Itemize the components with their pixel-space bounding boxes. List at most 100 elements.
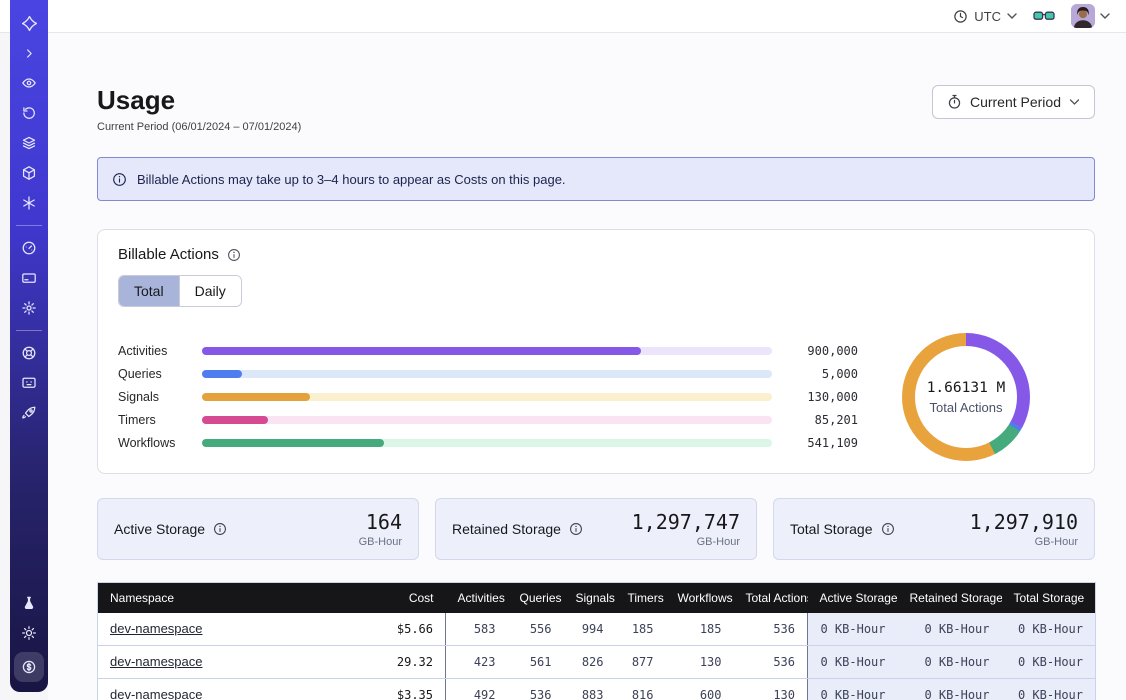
namespace-link[interactable]: dev-namespace	[110, 621, 203, 636]
info-icon[interactable]	[569, 522, 583, 536]
total-storage-card: Total Storage 1,297,910 GB-Hour	[773, 498, 1095, 560]
col-active-storage: Active Storage	[808, 583, 898, 614]
col-timers: Timers	[616, 583, 666, 614]
bar-value: 5,000	[786, 367, 858, 381]
retained-storage-card: Retained Storage 1,297,747 GB-Hour	[435, 498, 757, 560]
tab-daily[interactable]: Daily	[179, 276, 241, 306]
timezone-dropdown[interactable]: UTC	[953, 9, 1017, 24]
cell-retained-storage: 0 KB-Hour	[898, 679, 1002, 700]
cell-total-storage: 0 KB-Hour	[1002, 679, 1096, 700]
table-row: dev-namespace 29.32 423 561 826 877 130 …	[98, 646, 1096, 679]
period-selector-label: Current Period	[970, 94, 1061, 110]
feedback-glasses-button[interactable]	[1033, 9, 1055, 23]
gear-icon[interactable]	[15, 295, 43, 321]
table-header-row: Namespace Cost Activities Queries Signal…	[98, 583, 1096, 614]
cell-queries: 561	[508, 646, 564, 679]
cell-timers: 877	[616, 646, 666, 679]
active-storage-unit: GB-Hour	[359, 536, 402, 548]
bar-value: 85,201	[786, 413, 858, 427]
queries-bar	[202, 370, 772, 378]
chevron-down-icon	[1100, 13, 1110, 20]
gauge-icon[interactable]	[15, 235, 43, 261]
main-content: Usage Current Period (06/01/2024 – 07/01…	[48, 33, 1126, 700]
nav-divider	[16, 225, 42, 226]
avatar	[1071, 4, 1095, 28]
cell-total-storage: 0 KB-Hour	[1002, 646, 1096, 679]
cell-total-actions: 130	[734, 679, 808, 700]
col-namespace: Namespace	[98, 583, 378, 614]
lifebuoy-icon[interactable]	[15, 340, 43, 366]
bar-value: 541,109	[786, 436, 858, 450]
cell-signals: 826	[564, 646, 616, 679]
billable-actions-chart: Activities 900,000 Queries 5,000 Signals…	[118, 333, 1074, 461]
total-storage-label: Total Storage	[790, 521, 873, 537]
active-storage-card: Active Storage 164 GB-Hour	[97, 498, 419, 560]
cell-timers: 816	[616, 679, 666, 700]
dollar-coin-icon[interactable]	[14, 652, 44, 682]
namespace-link[interactable]: dev-namespace	[110, 687, 203, 700]
col-activities: Activities	[446, 583, 508, 614]
credit-card-icon[interactable]	[15, 265, 43, 291]
timezone-label: UTC	[974, 9, 1001, 24]
retained-storage-label: Retained Storage	[452, 521, 561, 537]
cell-activities: 492	[446, 679, 508, 700]
account-menu[interactable]	[1071, 4, 1110, 28]
bar-row-workflows: Workflows 541,109	[118, 436, 858, 450]
chevron-right-icon[interactable]	[15, 40, 43, 66]
nav-divider	[16, 330, 42, 331]
table-row: dev-namespace $5.66 583 556 994 185 185 …	[98, 613, 1096, 646]
retained-storage-value: 1,297,747	[632, 510, 740, 534]
cell-queries: 536	[508, 679, 564, 700]
asterisk-icon[interactable]	[15, 190, 43, 216]
info-icon[interactable]	[227, 248, 241, 262]
layers-icon[interactable]	[15, 130, 43, 156]
temporal-logo-icon[interactable]	[15, 10, 43, 36]
col-total-storage: Total Storage	[1002, 583, 1096, 614]
col-retained-storage: Retained Storage	[898, 583, 1002, 614]
flask-icon[interactable]	[15, 590, 43, 616]
info-icon[interactable]	[213, 522, 227, 536]
bar-label: Activities	[118, 344, 188, 358]
col-workflows: Workflows	[666, 583, 734, 614]
table-row: dev-namespace $3.35 492 536 883 816 600 …	[98, 679, 1096, 700]
bar-row-timers: Timers 85,201	[118, 413, 858, 427]
col-queries: Queries	[508, 583, 564, 614]
col-total-actions: Total Actions	[734, 583, 808, 614]
workflows-bar	[202, 439, 772, 447]
left-nav	[10, 0, 48, 692]
cell-namespace: dev-namespace	[98, 613, 378, 646]
cell-queries: 556	[508, 613, 564, 646]
stopwatch-icon	[947, 94, 962, 110]
bar-row-activities: Activities 900,000	[118, 344, 858, 358]
cell-activities: 583	[446, 613, 508, 646]
donut-total-label: Total Actions	[930, 400, 1003, 415]
bar-value: 130,000	[786, 390, 858, 404]
info-icon	[112, 172, 127, 187]
top-bar: UTC	[0, 0, 1126, 33]
cell-retained-storage: 0 KB-Hour	[898, 646, 1002, 679]
bar-label: Workflows	[118, 436, 188, 450]
cell-total-actions: 536	[734, 613, 808, 646]
eye-icon[interactable]	[15, 70, 43, 96]
col-cost: Cost	[378, 583, 446, 614]
info-banner-text: Billable Actions may take up to 3–4 hour…	[137, 172, 566, 187]
namespace-link[interactable]: dev-namespace	[110, 654, 203, 669]
page-header: Usage Current Period (06/01/2024 – 07/01…	[97, 85, 1095, 133]
monitor-face-icon[interactable]	[15, 370, 43, 396]
donut-total-value: 1.66131 M	[927, 380, 1006, 396]
tab-total[interactable]: Total	[119, 276, 179, 306]
storage-summary: Active Storage 164 GB-Hour Retained Stor…	[97, 498, 1095, 560]
page-subtitle: Current Period (06/01/2024 – 07/01/2024)	[97, 121, 301, 133]
billable-actions-title: Billable Actions	[118, 246, 219, 263]
rocket-icon[interactable]	[15, 400, 43, 426]
sun-icon[interactable]	[15, 620, 43, 646]
namespace-usage-table: Namespace Cost Activities Queries Signal…	[97, 582, 1096, 700]
bar-row-signals: Signals 130,000	[118, 390, 858, 404]
bar-label: Queries	[118, 367, 188, 381]
history-icon[interactable]	[15, 100, 43, 126]
info-icon[interactable]	[881, 522, 895, 536]
cell-cost: 29.32	[378, 646, 446, 679]
period-selector-button[interactable]: Current Period	[932, 85, 1095, 119]
active-storage-label: Active Storage	[114, 521, 205, 537]
cube-icon[interactable]	[15, 160, 43, 186]
